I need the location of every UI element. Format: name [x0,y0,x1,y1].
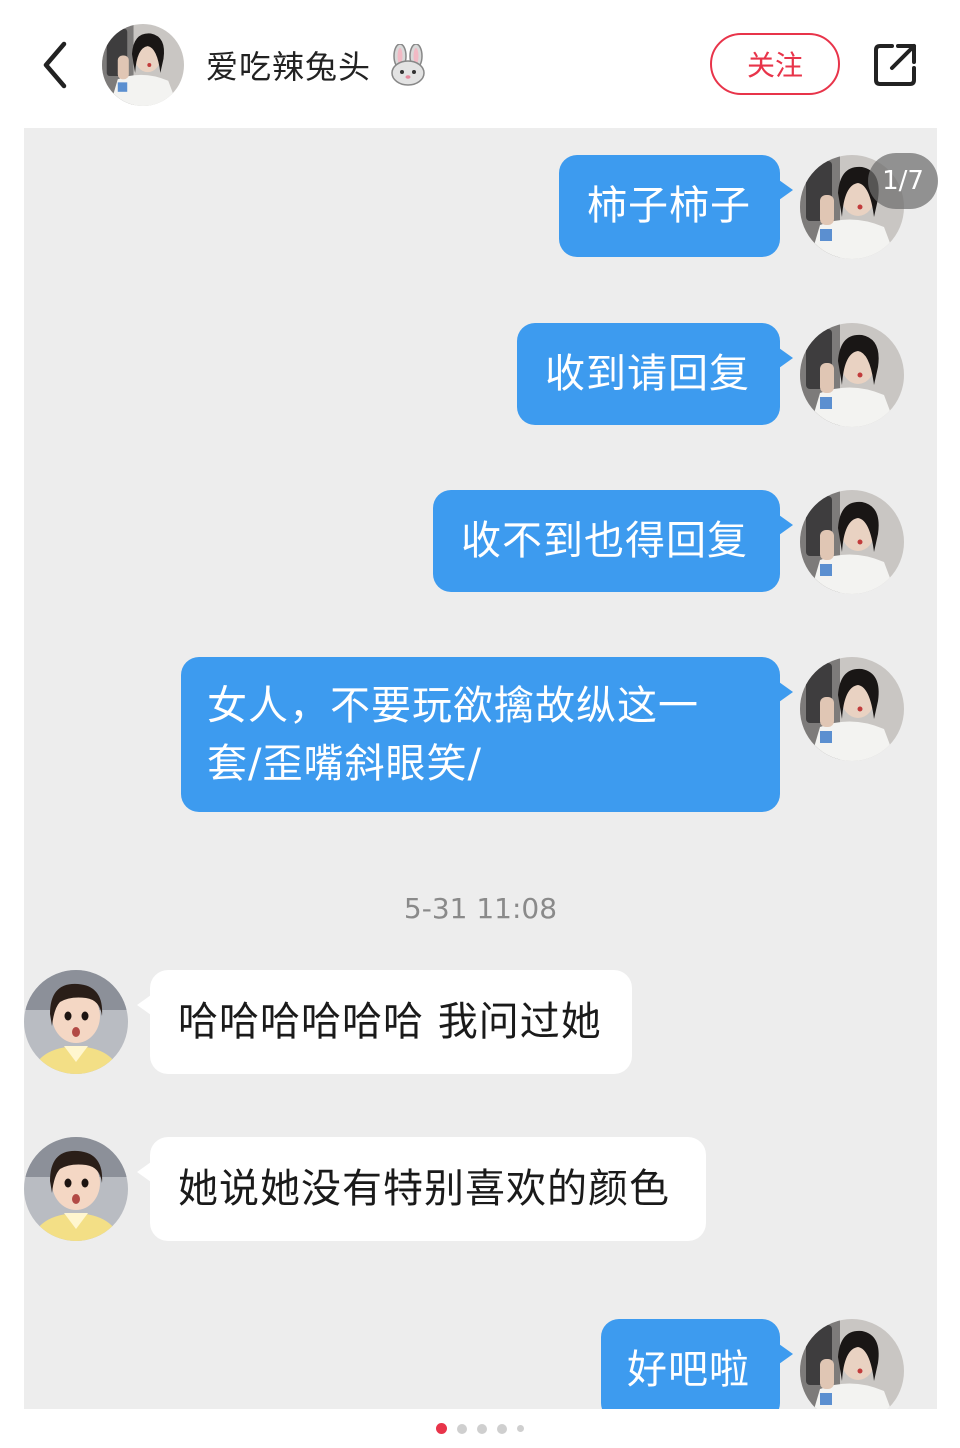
message-timestamp: 5-31 11:08 [403,892,558,925]
message-text: 好吧啦 [627,1347,750,1393]
message-text: 收不到也得回复 [461,518,748,564]
message-text: 她说她没有特别喜欢的颜色 [178,1166,670,1212]
back-button[interactable] [36,40,76,90]
message-text: 柿子柿子 [587,183,751,229]
sender-avatar [800,490,904,594]
follow-button-label: 关注 [746,49,803,82]
share-icon [874,44,916,86]
author-name-text: 爱吃辣兔头 [206,48,372,86]
top-bar: 爱吃辣兔头 关注 [0,0,960,128]
follow-button[interactable]: 关注 [710,33,840,95]
pagination-dot[interactable] [477,1423,487,1434]
message-bubble-outgoing: 收到请回复 [517,323,780,425]
message-bubble-outgoing: 柿子柿子 [559,155,780,257]
message-bubble-incoming: 哈哈哈哈哈哈 我问过她 [150,970,632,1074]
sender-avatar [800,323,904,427]
bubble-tail [779,180,793,200]
bubble-tail [779,348,793,368]
author-name[interactable]: 爱吃辣兔头 [206,43,430,89]
message-bubble-outgoing: 女人，不要玩欲擒故纵这一 套/歪嘴斜眼笑/ [181,657,780,812]
author-avatar[interactable] [102,24,184,106]
image-page-counter: 1/7 [868,153,938,209]
sender-avatar [800,657,904,761]
message-text: 收到请回复 [545,351,750,397]
rabbit-emoji-icon [391,43,425,86]
message-text-line: 套/歪嘴斜眼笑/ [207,741,482,787]
sender-avatar [800,1319,904,1409]
message-text-line: 女人，不要玩欲擒故纵这一 [207,683,699,729]
bubble-tail [779,1344,793,1364]
pagination-dot[interactable] [497,1423,507,1434]
bubble-tail [779,515,793,535]
pagination-dot-active[interactable] [436,1423,447,1434]
image-pagination[interactable] [0,1409,960,1448]
pagination-dot[interactable] [517,1425,524,1432]
message-text: 哈哈哈哈哈哈 我问过她 [178,999,602,1045]
bubble-tail [137,1162,151,1182]
post-image[interactable]: 柿子柿子 收到请回复 收不到也得回复 女人，不要玩欲擒故纵这一 套/歪嘴斜眼笑/… [24,128,937,1409]
share-button[interactable] [868,38,922,92]
receiver-avatar [24,1137,128,1241]
chevron-left-icon [43,41,67,89]
message-bubble-outgoing: 收不到也得回复 [433,490,780,592]
bubble-tail [779,682,793,702]
message-bubble-outgoing: 好吧啦 [601,1319,780,1409]
bubble-tail [137,995,151,1015]
message-bubble-incoming: 她说她没有特别喜欢的颜色 [150,1137,706,1241]
receiver-avatar [24,970,128,1074]
pagination-dot[interactable] [457,1423,467,1434]
